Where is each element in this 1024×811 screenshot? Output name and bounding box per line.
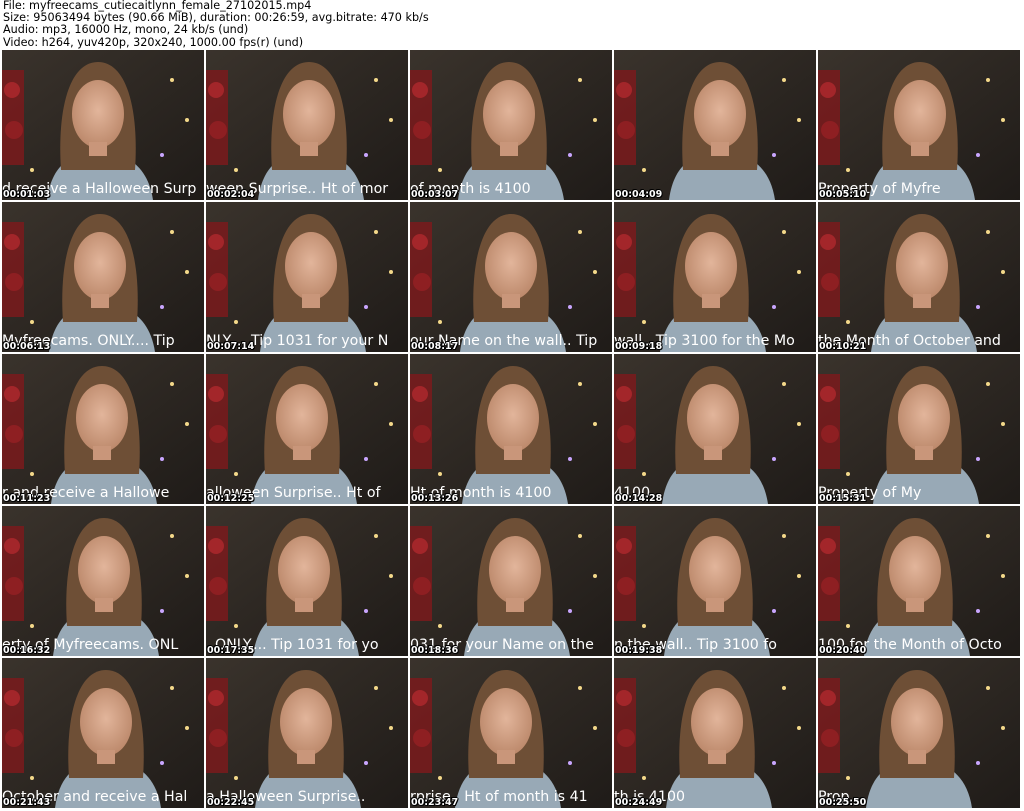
video-frame-image bbox=[2, 50, 204, 200]
thumbnail-timestamp: 00:08:17 bbox=[411, 341, 459, 352]
video-frame-image bbox=[2, 354, 204, 504]
video-frame-image bbox=[614, 50, 816, 200]
video-thumbnail: . ONLY.... Tip 1031 for yo 00:17:35 bbox=[206, 506, 408, 656]
video-frame-image bbox=[410, 354, 612, 504]
video-thumbnail: ween Surprise.. Ht of mor 00:02:04 bbox=[206, 50, 408, 200]
thumbnail-timestamp: 00:12:25 bbox=[207, 493, 255, 504]
video-thumbnail: 00:04:09 bbox=[614, 50, 816, 200]
video-thumbnail: n the wall.. Tip 3100 fo 00:19:38 bbox=[614, 506, 816, 656]
thumbnail-timestamp: 00:10:21 bbox=[819, 341, 867, 352]
video-frame-image bbox=[2, 658, 204, 808]
thumbnail-timestamp: 00:20:40 bbox=[819, 645, 867, 656]
video-frame-image bbox=[410, 202, 612, 352]
video-thumbnail: 031 for your Name on the 00:18:36 bbox=[410, 506, 612, 656]
video-frame-image bbox=[614, 658, 816, 808]
video-thumbnail: October and receive a Hal 00:21:43 bbox=[2, 658, 204, 808]
video-info-line: Video: h264, yuv420p, 320x240, 1000.00 f… bbox=[3, 35, 304, 49]
audio-info-line: Audio: mp3, 16000 Hz, mono, 24 kb/s (und… bbox=[3, 23, 249, 37]
video-thumbnail: Ht of month is 4100 00:13:26 bbox=[410, 354, 612, 504]
video-frame-image bbox=[410, 50, 612, 200]
video-thumbnail: of month is 4100 00:03:07 bbox=[410, 50, 612, 200]
thumbnail-timestamp: 00:05:10 bbox=[819, 189, 867, 200]
thumbnail-timestamp: 00:23:47 bbox=[411, 797, 459, 808]
thumbnail-timestamp: 00:11:23 bbox=[3, 493, 51, 504]
video-frame-image bbox=[410, 658, 612, 808]
thumbnail-timestamp: 00:02:04 bbox=[207, 189, 255, 200]
video-thumbnail: d receive a Halloween Surp 00:01:03 bbox=[2, 50, 204, 200]
video-frame-image bbox=[2, 506, 204, 656]
thumbnail-timestamp: 00:21:43 bbox=[3, 797, 51, 808]
video-thumbnail: erty of Myfreecams. ONL 00:16:32 bbox=[2, 506, 204, 656]
thumbnail-timestamp: 00:24:49 bbox=[615, 797, 663, 808]
video-frame-image bbox=[410, 506, 612, 656]
thumbnail-timestamp: 00:01:03 bbox=[3, 189, 51, 200]
video-thumbnail: the Month of October and 00:10:21 bbox=[818, 202, 1020, 352]
video-frame-image bbox=[614, 354, 816, 504]
thumbnail-timestamp: 00:22:45 bbox=[207, 797, 255, 808]
video-thumbnail: 100 for the Month of Octo 00:20:40 bbox=[818, 506, 1020, 656]
video-frame-image bbox=[818, 50, 1020, 200]
thumbnail-timestamp: 00:16:32 bbox=[3, 645, 51, 656]
video-frame-image bbox=[206, 658, 408, 808]
video-thumbnail: Property of My 00:15:31 bbox=[818, 354, 1020, 504]
thumbnail-timestamp: 00:18:36 bbox=[411, 645, 459, 656]
video-thumbnail: th is 4100 00:24:49 bbox=[614, 658, 816, 808]
video-thumbnail: r and receive a Hallowe 00:11:23 bbox=[2, 354, 204, 504]
thumbnail-timestamp: 00:04:09 bbox=[615, 189, 663, 200]
video-frame-image bbox=[818, 202, 1020, 352]
video-frame-image bbox=[614, 506, 816, 656]
thumbnail-timestamp: 00:06:13 bbox=[3, 341, 51, 352]
thumbnail-timestamp: 00:19:38 bbox=[615, 645, 663, 656]
thumbnail-timestamp: 00:07:14 bbox=[207, 341, 255, 352]
video-thumbnail: wall.. Tip 3100 for the Mo 00:09:18 bbox=[614, 202, 816, 352]
thumbnail-timestamp: 00:09:18 bbox=[615, 341, 663, 352]
video-frame-image bbox=[206, 354, 408, 504]
video-thumbnail: Prop 00:25:50 bbox=[818, 658, 1020, 808]
video-frame-image bbox=[206, 50, 408, 200]
video-frame-image bbox=[818, 354, 1020, 504]
video-frame-image bbox=[2, 202, 204, 352]
video-thumbnail: rprise.. Ht of month is 41 00:23:47 bbox=[410, 658, 612, 808]
video-frame-image bbox=[206, 506, 408, 656]
video-frame-image bbox=[206, 202, 408, 352]
thumbnail-timestamp: 00:25:50 bbox=[819, 797, 867, 808]
video-thumbnail: Myfreecams. ONLY.... Tip 00:06:13 bbox=[2, 202, 204, 352]
video-frame-image bbox=[818, 658, 1020, 808]
thumbnail-timestamp: 00:03:07 bbox=[411, 189, 459, 200]
video-thumbnail: 4100 00:14:28 bbox=[614, 354, 816, 504]
thumbnail-timestamp: 00:15:31 bbox=[819, 493, 867, 504]
thumbnail-timestamp: 00:13:26 bbox=[411, 493, 459, 504]
thumbnail-timestamp: 00:17:35 bbox=[207, 645, 255, 656]
thumbnail-grid: d receive a Halloween Surp 00:01:03 ween S… bbox=[2, 50, 1022, 810]
video-frame-image bbox=[818, 506, 1020, 656]
video-thumbnail: Property of Myfre 00:05:10 bbox=[818, 50, 1020, 200]
video-thumbnail: a Halloween Surprise.. 00:22:45 bbox=[206, 658, 408, 808]
thumbnail-timestamp: 00:14:28 bbox=[615, 493, 663, 504]
video-thumbnail: alloween Surprise.. Ht of 00:12:25 bbox=[206, 354, 408, 504]
video-frame-image bbox=[614, 202, 816, 352]
video-thumbnail: NLY.... Tip 1031 for your N 00:07:14 bbox=[206, 202, 408, 352]
file-info-header: File: myfreecams_cutiecaitlynn_female_27… bbox=[3, 0, 1018, 50]
video-thumbnail: our Name on the wall.. Tip 00:08:17 bbox=[410, 202, 612, 352]
